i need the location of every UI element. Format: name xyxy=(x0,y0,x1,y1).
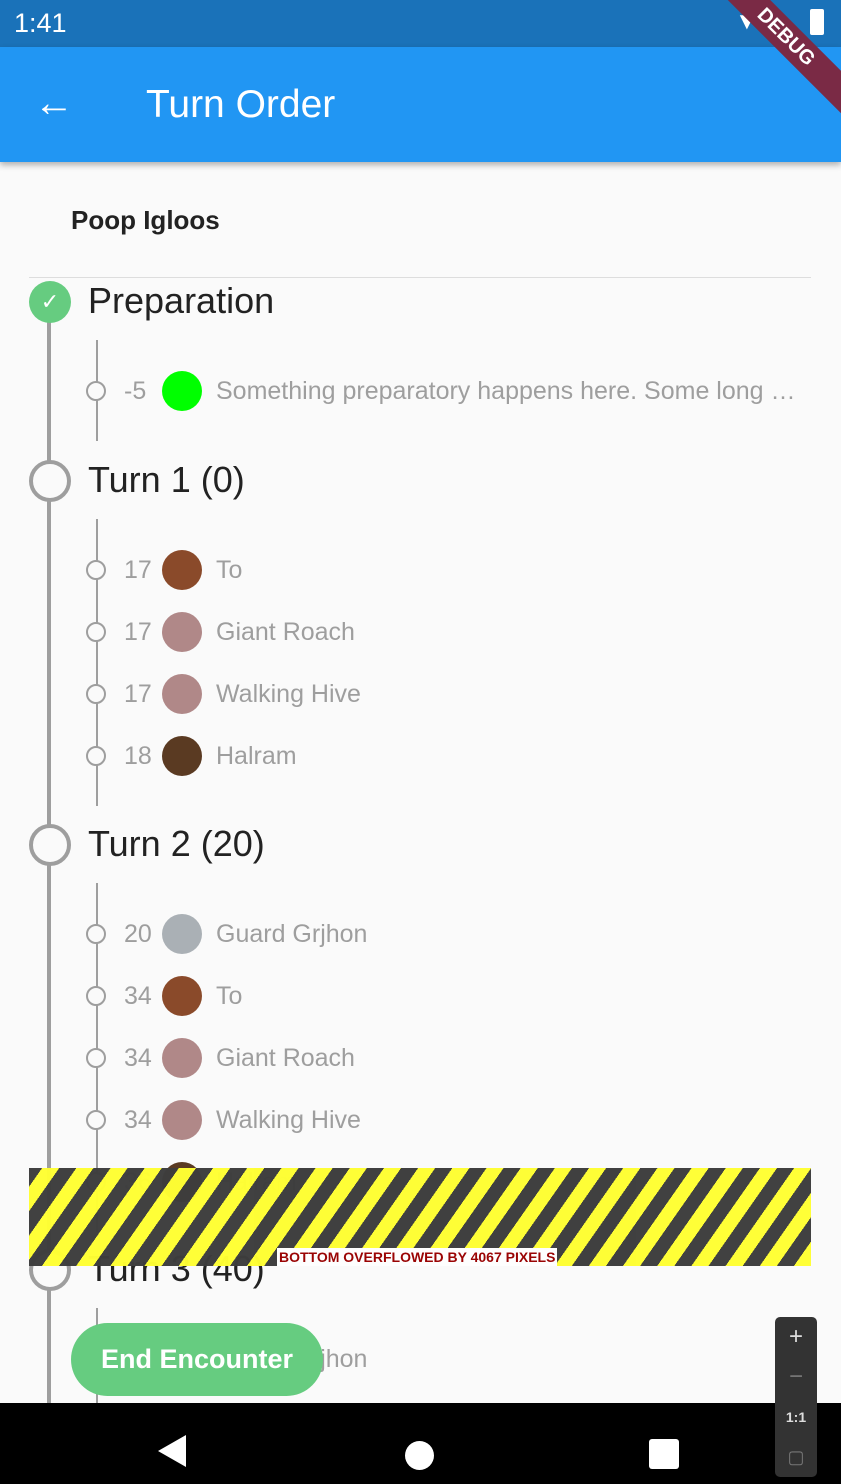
avatar xyxy=(162,612,202,652)
round-title: Turn 1 (0) xyxy=(88,459,245,500)
overflow-message: BOTTOM OVERFLOWED BY 4067 PIXELS xyxy=(277,1248,558,1266)
avatar xyxy=(162,1100,202,1140)
entry-dot xyxy=(86,746,106,766)
encounter-name: Poop Igloos xyxy=(71,205,220,235)
turn-entry[interactable]: 18 Halram xyxy=(86,734,297,778)
entry-dot xyxy=(86,622,106,642)
home-nav-icon[interactable] xyxy=(405,1441,434,1470)
battery-icon xyxy=(810,9,824,35)
initiative: 20 xyxy=(124,919,152,948)
entry-dot xyxy=(86,986,106,1006)
navigation-bar xyxy=(0,1403,841,1484)
zoom-controls: + − 1:1 ▢ xyxy=(775,1317,817,1477)
entry-name: Halram xyxy=(216,741,297,770)
completed-check-icon: ✓ xyxy=(29,281,71,323)
zoom-reset-button[interactable]: 1:1 xyxy=(775,1397,817,1437)
end-encounter-button[interactable]: End Encounter xyxy=(71,1323,323,1396)
app-bar: ← Turn Order xyxy=(0,47,841,162)
turn-entry[interactable]: 20 Guard Grjhon xyxy=(86,912,367,956)
initiative: 17 xyxy=(124,617,152,646)
entry-name: Giant Roach xyxy=(216,1043,355,1072)
overflow-warning: BOTTOM OVERFLOWED BY 4067 PIXELS xyxy=(29,1168,811,1266)
entry-name: Walking Hive xyxy=(216,1105,361,1134)
entry-dot xyxy=(86,684,106,704)
initiative: 34 xyxy=(124,1105,152,1134)
entry-name: To xyxy=(216,555,243,584)
round-title: Turn 2 (20) xyxy=(88,823,265,864)
round-node xyxy=(29,824,71,866)
avatar xyxy=(162,914,202,954)
entry-dot xyxy=(86,1110,106,1130)
entry-dot xyxy=(86,1048,106,1068)
round-node xyxy=(29,460,71,502)
back-arrow-icon[interactable]: ← xyxy=(34,83,74,123)
zoom-in-button[interactable]: + xyxy=(775,1317,817,1357)
turn-entry[interactable]: 17 Giant Roach xyxy=(86,610,355,654)
avatar xyxy=(162,371,202,411)
avatar xyxy=(162,1038,202,1078)
back-nav-icon[interactable] xyxy=(158,1435,186,1467)
entry-name: Guard Grjhon xyxy=(216,919,368,948)
clock: 1:41 xyxy=(14,8,67,38)
initiative: 17 xyxy=(124,555,152,584)
zoom-out-button[interactable]: − xyxy=(775,1357,817,1397)
turn-entry[interactable]: 34 Walking Hive xyxy=(86,1098,361,1142)
entry-name: To xyxy=(216,981,243,1010)
status-bar: 1:41 ▼ xyxy=(0,0,841,47)
initiative: 17 xyxy=(124,679,152,708)
fit-screen-icon[interactable]: ▢ xyxy=(775,1437,817,1477)
initiative: 34 xyxy=(124,981,152,1010)
turn-entry[interactable]: -5 Something preparatory happens here. So… xyxy=(86,369,796,413)
entry-name: Giant Roach xyxy=(216,617,355,646)
avatar xyxy=(162,736,202,776)
avatar xyxy=(162,674,202,714)
entry-name: Walking Hive xyxy=(216,679,361,708)
entry-dot xyxy=(86,924,106,944)
recents-nav-icon[interactable] xyxy=(649,1439,679,1469)
initiative: 34 xyxy=(124,1043,152,1072)
round-title: Preparation xyxy=(88,280,275,321)
avatar xyxy=(162,976,202,1016)
turn-entry[interactable]: 17 To xyxy=(86,548,242,592)
divider xyxy=(29,277,811,278)
page-title: Turn Order xyxy=(146,83,336,126)
entry-dot xyxy=(86,381,106,401)
entry-dot xyxy=(86,560,106,580)
entry-name: Something preparatory happens here. Some… xyxy=(216,376,796,405)
turn-entry[interactable]: 34 To xyxy=(86,974,242,1018)
turn-entry[interactable]: 34 Giant Roach xyxy=(86,1036,355,1080)
initiative: 18 xyxy=(124,741,152,770)
initiative: -5 xyxy=(124,376,147,405)
turn-entry[interactable]: 17 Walking Hive xyxy=(86,672,361,716)
avatar xyxy=(162,550,202,590)
